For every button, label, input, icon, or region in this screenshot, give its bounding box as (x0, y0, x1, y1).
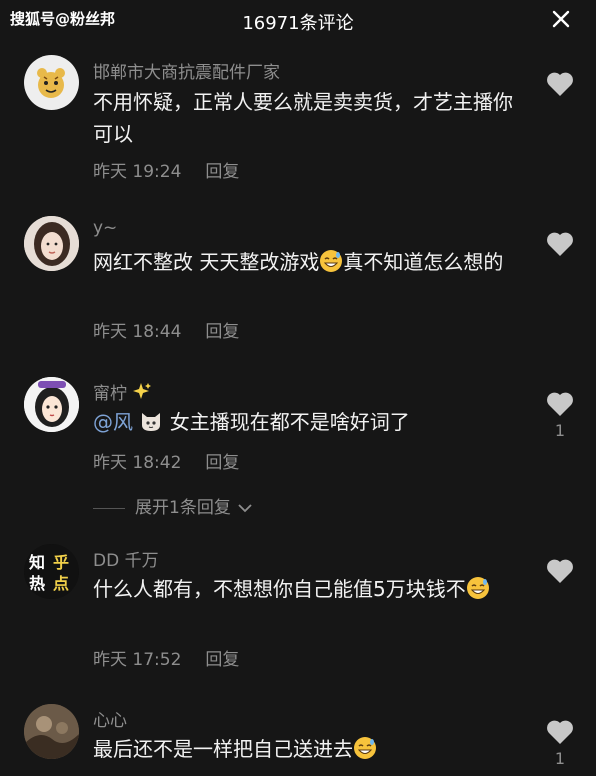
reply-button[interactable]: 回复 (205, 650, 239, 670)
heart-icon (547, 559, 573, 583)
comment-text: 网红不整改 天天整改游戏 真不知道怎么想的 (93, 246, 513, 278)
comment-meta: 昨天 18:42 回复 (93, 448, 239, 473)
avatar-char: 乎 (53, 553, 69, 572)
like-button[interactable] (545, 558, 575, 584)
comment-text: 最后还不是一样把自己送进去 (93, 733, 513, 765)
avatar[interactable] (24, 704, 79, 759)
comment-text-part: 女主播现在都不是啥好词了 (169, 410, 410, 434)
expand-replies-button[interactable]: 展开1条回复 (93, 493, 252, 518)
comment-text: 什么人都有，不想想你自己能值5万块钱不 (93, 573, 513, 605)
avatar[interactable] (24, 377, 79, 432)
like-button[interactable]: 1 (545, 719, 575, 768)
tiger-avatar-icon (37, 68, 65, 98)
username[interactable]: 心心 (93, 706, 127, 731)
heart-icon (547, 72, 573, 96)
comment-meta: 昨天 17:52 回复 (93, 645, 239, 670)
sweat-smile-emoji (466, 577, 489, 599)
heart-icon (547, 720, 573, 744)
like-button[interactable]: 1 (545, 391, 575, 440)
avatar-char: 知 (29, 553, 45, 572)
comment-text-part: 最后还不是一样把自己送进去 (93, 737, 353, 761)
sweat-smile-emoji (320, 250, 343, 272)
comment-text-part: 什么人都有，不想想你自己能值5万块钱不 (93, 577, 466, 601)
comments-count-title: 16971条评论 (242, 13, 354, 34)
username-text: 甯柠 (93, 384, 127, 404)
heart-icon (547, 232, 573, 256)
username[interactable]: y~ (93, 218, 117, 238)
reply-button[interactable]: 回复 (205, 322, 239, 342)
like-button[interactable] (545, 71, 575, 97)
cat-emoji (142, 413, 161, 431)
comment-meta: 昨天 19:24 回复 (93, 157, 239, 182)
like-count: 1 (554, 421, 566, 440)
like-button[interactable] (545, 231, 575, 257)
comment-time: 昨天 18:44 (93, 322, 182, 342)
avatar-char: 热 (29, 574, 45, 593)
reply-button[interactable]: 回复 (205, 453, 239, 473)
username[interactable]: 甯柠 (93, 379, 152, 404)
comment-time: 昨天 17:52 (93, 650, 182, 670)
username[interactable]: DD 千万 (93, 546, 159, 571)
comment-time: 昨天 19:24 (93, 162, 182, 182)
comment-text-part: 真不知道怎么想的 (343, 250, 504, 274)
avatar[interactable] (24, 55, 79, 110)
zhihu-hot-avatar-icon: 知 乎 热 点 (24, 544, 79, 599)
avatar-char: 点 (53, 574, 69, 593)
divider (93, 507, 125, 509)
reply-button[interactable]: 回复 (205, 162, 239, 182)
mention-link[interactable]: @风 (93, 410, 133, 434)
close-icon[interactable] (552, 10, 570, 28)
comment-text: @风 女主播现在都不是啥好词了 (93, 406, 513, 438)
comment-text: 不用怀疑，正常人要么就是卖卖货，才艺主播你可以 (93, 90, 513, 146)
comment-meta: 昨天 18:44 回复 (93, 317, 239, 342)
comment-time: 昨天 18:42 (93, 453, 182, 473)
sparkles-icon (133, 383, 152, 399)
avatar[interactable] (24, 216, 79, 271)
expand-replies-label: 展开1条回复 (135, 498, 231, 518)
like-count: 1 (554, 749, 566, 768)
username[interactable]: 邯郸市大商抗震配件厂家 (93, 58, 280, 83)
sweat-smile-emoji (354, 737, 376, 759)
cartoon-girl-avatar-icon (24, 377, 79, 432)
comment-text-part: 网红不整改 天天整改游戏 (93, 250, 320, 274)
chevron-down-icon (238, 504, 252, 513)
girl-avatar-icon (24, 216, 79, 271)
avatar[interactable]: 知 乎 热 点 (24, 544, 79, 599)
heart-icon (547, 392, 573, 416)
photo-avatar-icon (24, 704, 79, 759)
